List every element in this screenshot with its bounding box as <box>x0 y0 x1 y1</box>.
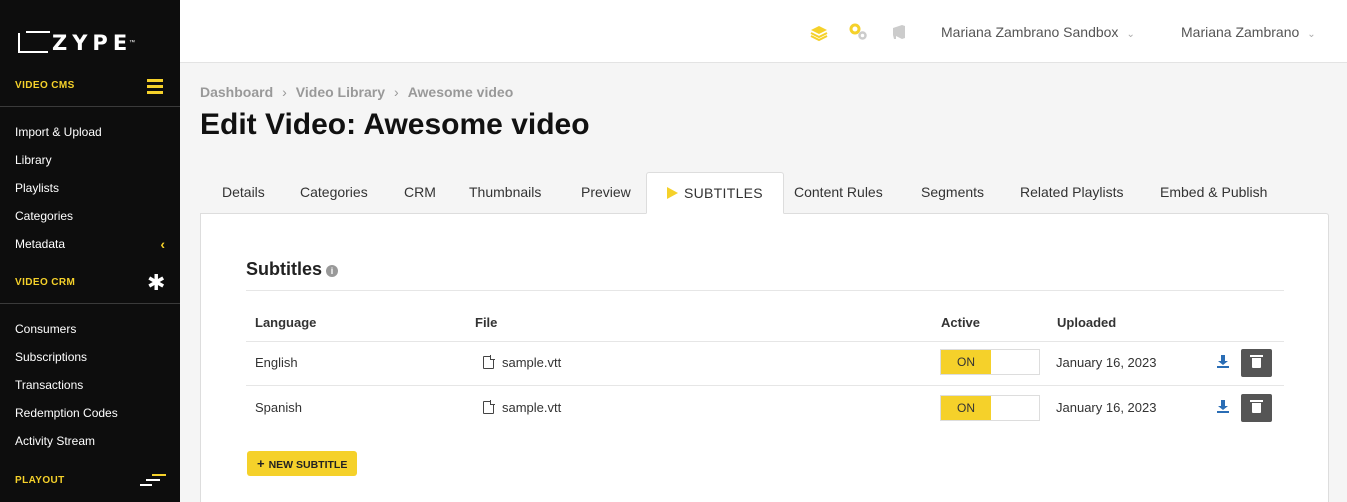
breadcrumb-video-library[interactable]: Video Library <box>296 84 385 100</box>
page-title: Edit Video: Awesome video <box>200 108 590 141</box>
tab-preview[interactable]: Preview <box>579 172 633 214</box>
gears-icon[interactable] <box>848 22 868 42</box>
breadcrumb-current: Awesome video <box>407 84 514 100</box>
playout-icon <box>140 474 166 486</box>
tab-segments[interactable]: Segments <box>919 172 986 214</box>
sidebar-item-metadata[interactable]: Metadata ‹ <box>15 230 165 258</box>
column-header-uploaded: Uploaded <box>1057 315 1117 330</box>
download-icon[interactable] <box>1216 355 1230 369</box>
play-arrow-icon <box>667 187 678 199</box>
tab-content-rules[interactable]: Content Rules <box>792 172 885 214</box>
section-title-video-crm: VIDEO CRM <box>15 277 76 288</box>
tab-details[interactable]: Details <box>220 172 267 214</box>
row-uploaded: January 16, 2023 <box>1056 400 1157 415</box>
row-language: English <box>255 355 298 370</box>
subtitles-heading: Subtitles i <box>246 259 339 280</box>
column-header-active: Active <box>941 315 981 330</box>
info-icon[interactable]: i <box>326 265 339 277</box>
section-title-video-cms: VIDEO CMS <box>15 80 75 91</box>
row-language: Spanish <box>255 400 302 415</box>
topbar: Mariana Zambrano Sandbox ⌄ Mariana Zambra… <box>180 0 1347 63</box>
plus-icon: + <box>257 456 265 471</box>
section-video-cms[interactable]: VIDEO CMS <box>0 65 180 107</box>
file-icon <box>483 355 495 369</box>
breadcrumb: Dashboard › Video Library › Awesome video <box>200 84 514 100</box>
table-header-divider <box>246 341 1284 342</box>
sidebar-item-import-upload[interactable]: Import & Upload <box>15 118 165 146</box>
subtitles-panel: Subtitles i Language File Active Uploaded… <box>200 213 1329 502</box>
sidebar-item-transactions[interactable]: Transactions <box>15 371 165 399</box>
hamburger-icon[interactable] <box>147 79 165 97</box>
chevron-down-icon: ⌄ <box>1126 29 1135 40</box>
chevron-left-icon[interactable]: ‹ <box>160 230 165 258</box>
column-header-language: Language <box>255 315 317 330</box>
sidebar-item-activity-stream[interactable]: Activity Stream <box>15 427 165 455</box>
row-divider <box>246 385 1284 386</box>
video-crm-nav: Consumers Subscriptions Transactions Red… <box>15 315 165 455</box>
stack-icon[interactable] <box>809 22 829 42</box>
divider <box>246 290 1284 291</box>
user-menu[interactable]: Mariana Zambrano ⌄ <box>1181 22 1316 42</box>
tab-subtitles[interactable]: SUBTITLES <box>646 172 784 214</box>
sidebar-item-redemption-codes[interactable]: Redemption Codes <box>15 399 165 427</box>
logo-mark <box>18 31 50 53</box>
zype-logo[interactable]: ZYPE ™ <box>18 31 135 55</box>
file-icon <box>483 400 495 414</box>
row-uploaded: January 16, 2023 <box>1056 355 1157 370</box>
active-toggle[interactable]: ON <box>940 349 1040 375</box>
sidebar: ZYPE ™ VIDEO CMS Import & Upload Library … <box>0 0 180 502</box>
logo-text: ZYPE <box>52 31 133 55</box>
tab-embed-publish[interactable]: Embed & Publish <box>1158 172 1269 214</box>
delete-button[interactable] <box>1241 349 1272 377</box>
sidebar-item-playlists[interactable]: Playlists <box>15 174 165 202</box>
video-cms-nav: Import & Upload Library Playlists Catego… <box>15 118 165 258</box>
tab-crm[interactable]: CRM <box>402 172 438 214</box>
row-file[interactable]: sample.vtt <box>483 400 561 415</box>
column-header-file: File <box>475 315 498 330</box>
row-file[interactable]: sample.vtt <box>483 355 561 370</box>
section-title-playout: PLAYOUT <box>15 474 65 486</box>
trash-icon <box>1250 355 1263 368</box>
active-toggle[interactable]: ON <box>940 395 1040 421</box>
delete-button[interactable] <box>1241 394 1272 422</box>
section-playout[interactable]: PLAYOUT <box>0 459 180 501</box>
tab-related-playlists[interactable]: Related Playlists <box>1018 172 1126 214</box>
trash-icon <box>1250 400 1263 413</box>
tab-bar: Details Categories CRM Thumbnails Previe… <box>200 172 1329 214</box>
section-video-crm[interactable]: VIDEO CRM ✱ <box>0 262 180 304</box>
account-menu[interactable]: Mariana Zambrano Sandbox ⌄ <box>941 22 1135 42</box>
tab-categories[interactable]: Categories <box>298 172 370 214</box>
megaphone-icon[interactable] <box>890 22 910 42</box>
sidebar-item-subscriptions[interactable]: Subscriptions <box>15 343 165 371</box>
breadcrumb-dashboard[interactable]: Dashboard <box>200 84 273 100</box>
chevron-down-icon: ⌄ <box>1307 29 1316 40</box>
sidebar-item-library[interactable]: Library <box>15 146 165 174</box>
sidebar-item-categories[interactable]: Categories <box>15 202 165 230</box>
tab-thumbnails[interactable]: Thumbnails <box>467 172 543 214</box>
download-icon[interactable] <box>1216 400 1230 414</box>
new-subtitle-button[interactable]: + NEW SUBTITLE <box>247 451 358 476</box>
sidebar-item-consumers[interactable]: Consumers <box>15 315 165 343</box>
asterisk-icon: ✱ <box>147 270 166 295</box>
